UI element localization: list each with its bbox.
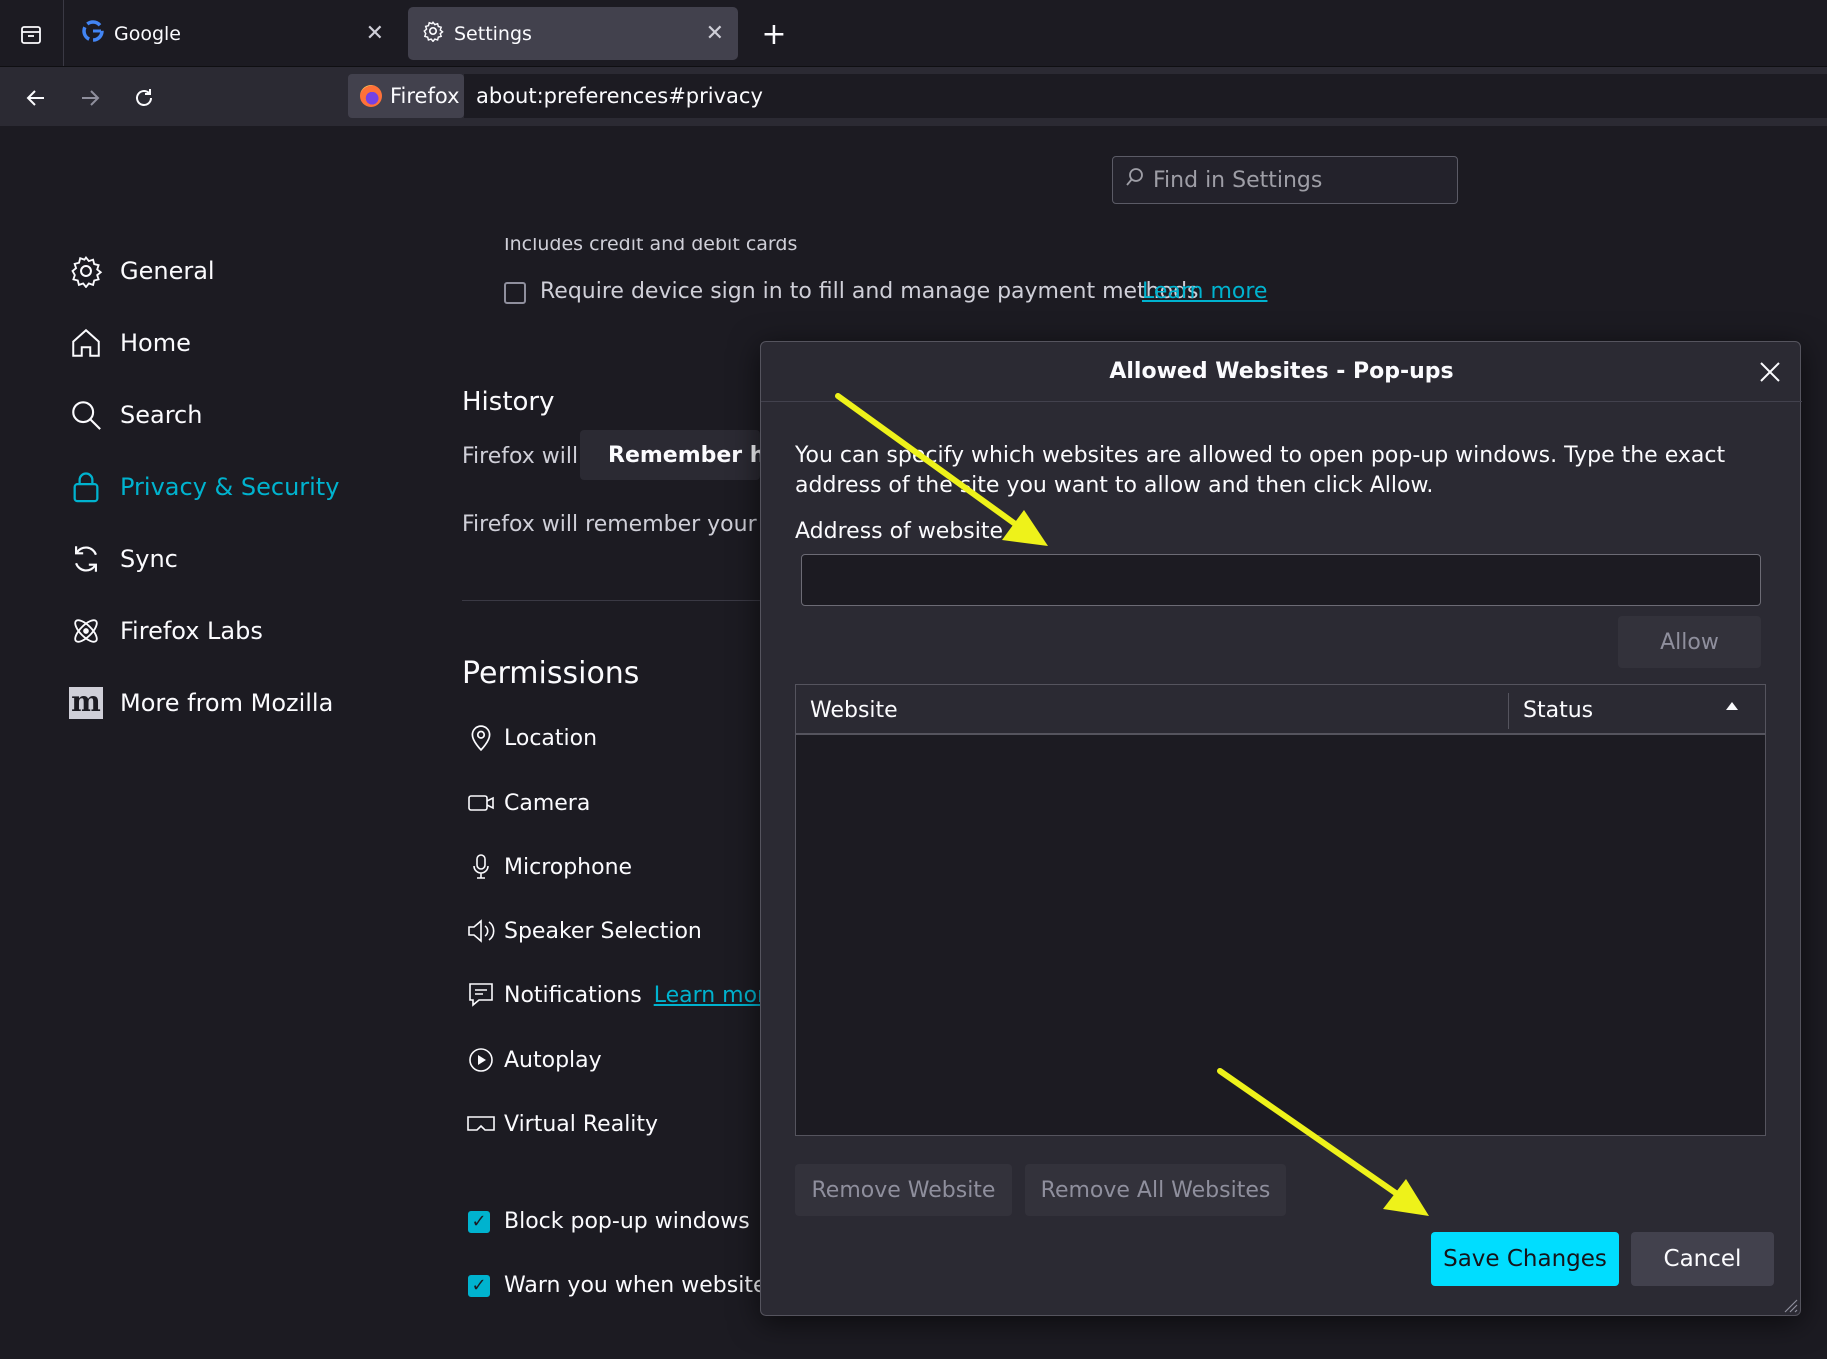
url-text: about:preferences#privacy (476, 84, 763, 108)
permission-camera: Camera (466, 785, 590, 821)
sort-ascending-icon (1726, 702, 1738, 710)
column-header-status[interactable]: Status (1523, 685, 1593, 735)
permission-location: Location (466, 720, 597, 756)
column-separator[interactable] (1508, 693, 1509, 729)
firefox-will-label: Firefox will (462, 444, 579, 469)
resize-grip-icon[interactable] (1780, 1295, 1798, 1313)
history-mode-select[interactable]: Remember history (580, 430, 760, 480)
allowed-websites-dialog: Allowed Websites - Pop-ups You can speci… (760, 341, 1802, 1316)
permission-label: Location (504, 725, 598, 751)
permission-label: Speaker Selection (504, 918, 702, 944)
address-input[interactable] (801, 554, 1761, 606)
tab-google[interactable]: Google ✕ (68, 7, 398, 60)
location-pin-icon (466, 724, 496, 752)
sidebar-item-home[interactable]: Home (68, 321, 191, 365)
site-identity-button[interactable]: Firefox (348, 74, 464, 118)
address-label: Address of website (795, 519, 1004, 544)
history-description: Firefox will remember your browsing (462, 512, 760, 537)
sync-icon (68, 541, 104, 577)
cards-note: Includes credit and debit cards (504, 238, 798, 255)
search-icon (1125, 167, 1145, 193)
column-header-website[interactable]: Website (810, 685, 898, 735)
notification-icon (466, 981, 496, 1009)
permission-label: Autoplay (504, 1047, 602, 1073)
sidebar-item-label: Home (120, 329, 191, 357)
permission-autoplay: Autoplay (466, 1042, 602, 1078)
camera-icon (466, 791, 496, 815)
sidebar-item-label: Firefox Labs (120, 617, 263, 645)
save-changes-button[interactable]: Save Changes (1431, 1232, 1619, 1286)
permission-label: Camera (504, 790, 591, 816)
home-icon (68, 325, 104, 361)
warn-addons-label: Warn you when websites try to install ad… (504, 1273, 760, 1298)
magnifier-icon (68, 397, 104, 433)
table-header: Website Status (796, 685, 1765, 735)
new-tab-plus-icon[interactable]: + (756, 16, 792, 52)
permission-label: Notifications (504, 982, 642, 1008)
cancel-button[interactable]: Cancel (1631, 1232, 1774, 1286)
history-mode-value: Remember history (608, 442, 760, 468)
google-favicon-icon (82, 20, 104, 47)
remove-all-websites-button[interactable]: Remove All Websites (1025, 1164, 1286, 1216)
gear-icon (422, 20, 444, 47)
sidebar-item-sync[interactable]: Sync (68, 537, 178, 581)
sidebar-item-firefox-labs[interactable]: Firefox Labs (68, 609, 263, 653)
sidebar-item-label: More from Mozilla (120, 689, 334, 717)
settings-search-input[interactable]: Find in Settings (1112, 156, 1458, 204)
history-heading: History (462, 387, 555, 417)
sidebar-item-general[interactable]: General (68, 249, 215, 293)
section-divider (462, 600, 760, 601)
permissions-heading: Permissions (462, 656, 640, 691)
close-tab-icon[interactable]: ✕ (706, 21, 724, 46)
permission-label: Virtual Reality (504, 1111, 659, 1137)
block-popups-checkbox[interactable]: ✓ (468, 1211, 490, 1233)
permission-notifications: Notifications Learn more (466, 977, 779, 1013)
close-tab-icon[interactable]: ✕ (366, 21, 384, 46)
firefox-logo-icon (360, 85, 382, 107)
warn-addons-checkbox[interactable]: ✓ (468, 1275, 490, 1297)
microphone-icon (466, 853, 496, 881)
firefox-view-icon[interactable] (14, 18, 48, 52)
speaker-icon (466, 917, 496, 945)
sidebar-item-label: General (120, 257, 215, 285)
allow-button[interactable]: Allow (1618, 616, 1761, 668)
forward-arrow-icon[interactable] (70, 78, 110, 118)
atom-icon (68, 613, 104, 649)
permission-virtual-reality: Virtual Reality (466, 1106, 658, 1142)
sidebar-item-more-from-mozilla[interactable]: m More from Mozilla (68, 681, 333, 725)
permission-speaker-selection: Speaker Selection (466, 913, 702, 949)
learn-more-link[interactable]: Learn more (1142, 279, 1267, 304)
autoplay-icon (466, 1046, 496, 1074)
sidebar-item-label: Search (120, 401, 203, 429)
sidebar-item-label: Privacy & Security (120, 473, 340, 501)
tab-settings[interactable]: Settings ✕ (408, 7, 738, 60)
back-arrow-icon[interactable] (16, 78, 56, 118)
block-popups-label: Block pop-up windows (504, 1209, 750, 1234)
tab-divider (63, 0, 64, 66)
remove-website-button[interactable]: Remove Website (795, 1164, 1012, 1216)
gear-icon (68, 253, 104, 289)
sidebar-item-privacy-security[interactable]: Privacy & Security (68, 465, 339, 509)
url-bar[interactable]: about:preferences#privacy (464, 74, 1827, 118)
require-signin-checkbox[interactable] (504, 282, 526, 304)
dialog-title: Allowed Websites - Pop-ups (761, 342, 1802, 402)
permission-microphone: Microphone (466, 849, 632, 885)
vr-headset-icon (466, 1112, 496, 1136)
lock-icon (68, 469, 104, 505)
require-signin-label: Require device sign in to fill and manag… (540, 279, 1199, 304)
close-icon[interactable] (1750, 352, 1790, 392)
reload-icon[interactable] (124, 78, 164, 118)
tab-label: Google (114, 22, 182, 45)
permission-label: Microphone (504, 854, 633, 880)
mozilla-m-icon: m (68, 685, 104, 721)
search-placeholder: Find in Settings (1153, 167, 1323, 193)
tab-label: Settings (454, 22, 532, 45)
websites-table[interactable]: Website Status (795, 684, 1766, 1136)
identity-label: Firefox (390, 84, 460, 108)
sidebar-item-search[interactable]: Search (68, 393, 202, 437)
sidebar-item-label: Sync (120, 545, 178, 573)
dialog-description: You can specify which websites are allow… (795, 443, 1726, 498)
